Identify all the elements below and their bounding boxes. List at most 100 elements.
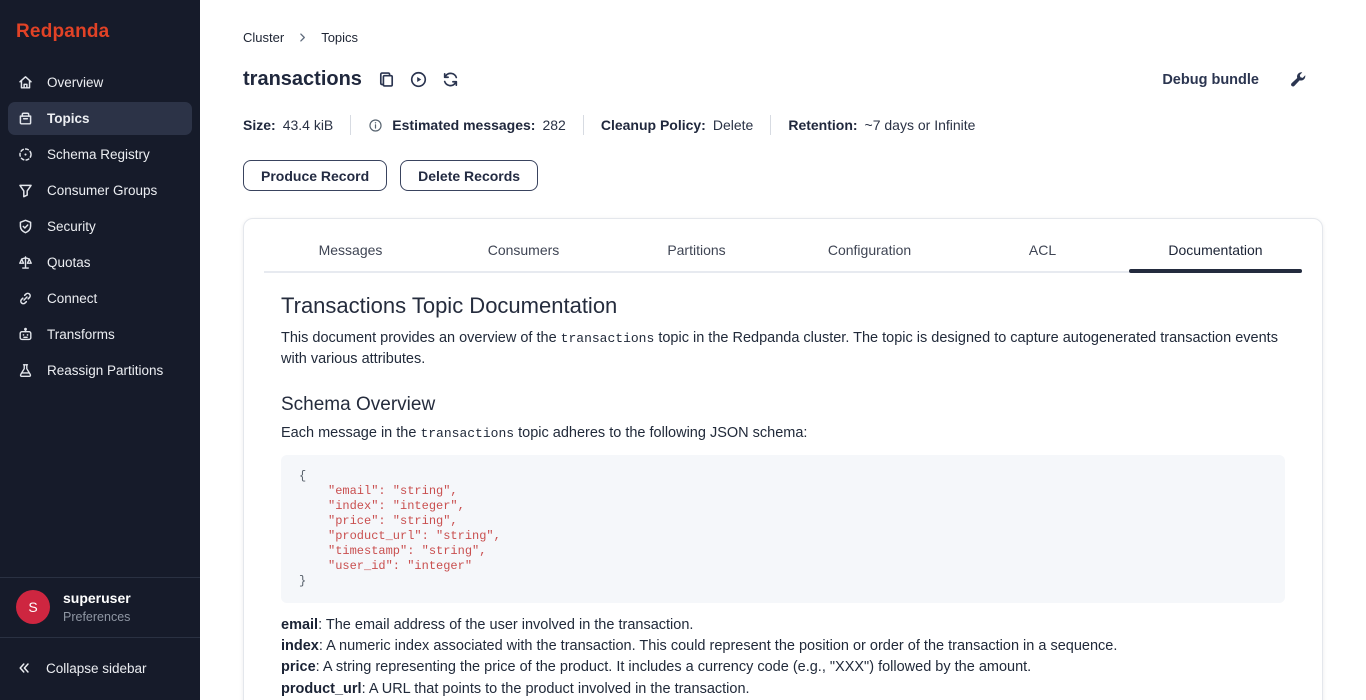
field-definitions: email: The email address of the user inv… <box>281 615 1285 700</box>
play-circle-icon[interactable] <box>409 70 428 89</box>
flask-icon <box>17 362 34 379</box>
tab-documentation[interactable]: Documentation <box>1129 227 1302 273</box>
stat-label: Size: <box>243 117 276 133</box>
tab-messages[interactable]: Messages <box>264 227 437 273</box>
sidebar-nav: Overview Topics Schema Registry Consumer… <box>0 66 200 387</box>
field-term: index <box>281 638 319 654</box>
sidebar-item-label: Transforms <box>47 327 115 342</box>
field-desc: : A string representing the price of the… <box>316 659 1032 675</box>
schema-intro-paragraph: Each message in the transactions topic a… <box>281 423 1281 444</box>
refresh-icon[interactable] <box>441 70 460 89</box>
redpanda-logo: Redpanda <box>0 0 200 66</box>
tab-acl[interactable]: ACL <box>956 227 1129 273</box>
doc-intro-text: This document provides an overview of th… <box>281 330 561 346</box>
sidebar: Redpanda Overview Topics Schema Registry <box>0 0 200 700</box>
field-price: price: A string representing the price o… <box>281 657 1285 678</box>
main-content: Cluster Topics transactions Debug bundle <box>200 0 1366 700</box>
title-row: transactions Debug bundle <box>243 68 1323 91</box>
sidebar-item-label: Quotas <box>47 255 91 270</box>
stat-value: 43.4 kiB <box>283 117 334 133</box>
info-icon[interactable] <box>368 118 383 133</box>
field-term: email <box>281 617 318 633</box>
sidebar-item-topics[interactable]: Topics <box>8 102 192 135</box>
field-index: index: A numeric index associated with t… <box>281 636 1285 657</box>
doc-title: Transactions Topic Documentation <box>281 293 1285 319</box>
sidebar-item-consumer-groups[interactable]: Consumer Groups <box>8 174 192 207</box>
schema-code-block: { "email": "string", "index": "integer",… <box>281 455 1285 603</box>
scales-icon <box>17 254 34 271</box>
stat-value: 282 <box>542 117 565 133</box>
wrench-icon[interactable] <box>1289 71 1307 89</box>
field-term: price <box>281 659 316 675</box>
doc-intro-paragraph: This document provides an overview of th… <box>281 328 1281 370</box>
sidebar-item-connect[interactable]: Connect <box>8 282 192 315</box>
divider <box>350 115 351 135</box>
field-desc: : A numeric index associated with the tr… <box>319 638 1118 654</box>
sidebar-footer: S superuser Preferences Collapse sidebar <box>0 577 200 700</box>
inline-code-transactions: transactions <box>561 331 655 346</box>
avatar: S <box>16 590 50 624</box>
divider <box>583 115 584 135</box>
tab-consumers[interactable]: Consumers <box>437 227 610 273</box>
tab-partitions[interactable]: Partitions <box>610 227 783 273</box>
sidebar-item-transforms[interactable]: Transforms <box>8 318 192 351</box>
delete-records-button[interactable]: Delete Records <box>400 160 538 191</box>
field-desc: : A URL that points to the product invol… <box>362 681 750 697</box>
sidebar-item-security[interactable]: Security <box>8 210 192 243</box>
user-name: superuser <box>63 590 131 606</box>
code-line: "email": "string", <box>299 484 1267 499</box>
field-term: product_url <box>281 681 362 697</box>
double-chevron-left-icon <box>16 660 32 676</box>
schema-intro-text: topic adheres to the following JSON sche… <box>514 425 807 441</box>
code-line: "product_url": "string", <box>299 529 1267 544</box>
copy-icon[interactable] <box>377 70 396 89</box>
stat-retention: Retention: ~7 days or Infinite <box>788 117 975 133</box>
stat-label: Estimated messages: <box>392 117 535 133</box>
title-actions <box>377 70 460 89</box>
sidebar-item-label: Topics <box>47 111 90 126</box>
tab-configuration[interactable]: Configuration <box>783 227 956 273</box>
sidebar-item-label: Schema Registry <box>47 147 150 162</box>
stat-cleanup-policy: Cleanup Policy: Delete <box>601 117 754 133</box>
sidebar-item-schema-registry[interactable]: Schema Registry <box>8 138 192 171</box>
sidebar-item-label: Reassign Partitions <box>47 363 163 378</box>
sidebar-item-overview[interactable]: Overview <box>8 66 192 99</box>
stat-value: ~7 days or Infinite <box>865 117 976 133</box>
code-line: "price": "string", <box>299 514 1267 529</box>
topic-stats-bar: Size: 43.4 kiB Estimated messages: 282 C… <box>243 115 1323 135</box>
code-line: "user_id": "integer" <box>299 559 1267 574</box>
collapse-sidebar-label: Collapse sidebar <box>46 661 147 676</box>
sidebar-item-quotas[interactable]: Quotas <box>8 246 192 279</box>
stat-estimated-messages: Estimated messages: 282 <box>368 117 566 133</box>
schema-intro-text: Each message in the <box>281 425 420 441</box>
documentation-panel: Transactions Topic Documentation This do… <box>244 273 1322 700</box>
debug-bundle-link[interactable]: Debug bundle <box>1162 72 1259 88</box>
code-line: { <box>299 469 1267 484</box>
code-line: "index": "integer", <box>299 499 1267 514</box>
field-product-url: product_url: A URL that points to the pr… <box>281 679 1285 700</box>
preferences-link[interactable]: Preferences <box>63 610 131 624</box>
code-line: } <box>299 574 1267 589</box>
breadcrumb: Cluster Topics <box>243 30 1323 45</box>
stat-label: Retention: <box>788 117 857 133</box>
home-icon <box>17 74 34 91</box>
shield-check-icon <box>17 218 34 235</box>
chevron-right-icon <box>296 31 309 44</box>
link-icon <box>17 290 34 307</box>
funnel-icon <box>17 182 34 199</box>
divider <box>770 115 771 135</box>
page-title: transactions <box>243 68 362 91</box>
redpanda-console-window: Redpanda Overview Topics Schema Registry <box>0 0 1366 700</box>
sidebar-item-label: Consumer Groups <box>47 183 157 198</box>
collapse-sidebar-button[interactable]: Collapse sidebar <box>0 638 200 700</box>
stat-value: Delete <box>713 117 753 133</box>
tab-bar: Messages Consumers Partitions Configurat… <box>264 227 1302 273</box>
topic-actions: Produce Record Delete Records <box>243 160 1323 191</box>
breadcrumb-cluster[interactable]: Cluster <box>243 30 284 45</box>
sidebar-item-label: Security <box>47 219 96 234</box>
sidebar-item-label: Overview <box>47 75 103 90</box>
produce-record-button[interactable]: Produce Record <box>243 160 387 191</box>
user-menu[interactable]: S superuser Preferences <box>0 578 200 637</box>
breadcrumb-topics[interactable]: Topics <box>321 30 358 45</box>
sidebar-item-reassign-partitions[interactable]: Reassign Partitions <box>8 354 192 387</box>
